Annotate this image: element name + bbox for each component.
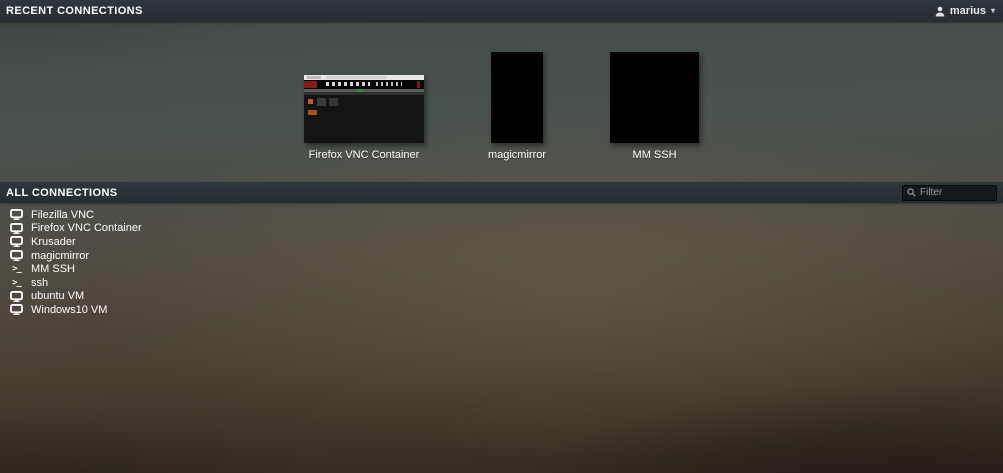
connection-item-ubuntu-vm[interactable]: ubuntu VM xyxy=(10,290,154,304)
recent-connection-mm-ssh[interactable]: MM SSH xyxy=(610,52,699,161)
thumb-red-logo xyxy=(304,81,317,88)
monitor-icon xyxy=(10,223,23,234)
monitor-icon xyxy=(10,291,23,302)
connection-item-magicmirror[interactable]: magicmirror xyxy=(10,249,154,263)
connection-item-label: Krusader xyxy=(31,236,76,248)
magicmirror-thumbnail[interactable] xyxy=(491,52,543,143)
thumb-red-accent xyxy=(417,81,420,88)
monitor-icon xyxy=(10,236,23,247)
recent-connections-header-bar: RECENT CONNECTIONS marius ▾ xyxy=(0,0,1003,22)
user-icon xyxy=(935,6,945,17)
thumb-page-header-band xyxy=(304,80,424,89)
mm-ssh-thumbnail[interactable] xyxy=(610,52,699,143)
all-connections-title: ALL CONNECTIONS xyxy=(6,187,118,199)
thumb-sub-strip xyxy=(304,92,424,95)
recent-connection-label: Firefox VNC Container xyxy=(309,149,420,161)
recent-connection-magicmirror[interactable]: magicmirror xyxy=(488,52,546,161)
thumb-browser-tab xyxy=(307,76,321,79)
thumb-gray-tile-1 xyxy=(317,98,326,106)
recent-connection-label: magicmirror xyxy=(488,149,546,161)
connection-item-windows10-vm[interactable]: Windows10 VM xyxy=(10,303,154,317)
monitor-icon xyxy=(10,304,23,315)
thumb-headline-text-2 xyxy=(376,82,402,86)
firefox-vnc-thumbnail[interactable] xyxy=(304,75,424,143)
connection-item-firefox-vnc-container[interactable]: Firefox VNC Container xyxy=(10,222,154,236)
monitor-icon xyxy=(10,209,23,220)
connection-item-label: Windows10 VM xyxy=(31,304,107,316)
recent-connections-title: RECENT CONNECTIONS xyxy=(6,5,143,17)
user-menu[interactable]: marius ▾ xyxy=(933,5,997,17)
connection-list: Filezilla VNC Firefox VNC Container xyxy=(10,208,154,317)
user-name: marius xyxy=(950,5,986,17)
chevron-down-icon: ▾ xyxy=(991,7,995,15)
connection-item-label: Firefox VNC Container xyxy=(31,222,142,234)
terminal-icon: >_ xyxy=(12,264,21,274)
thumb-browser-urlbar xyxy=(326,76,386,79)
connection-item-krusader[interactable]: Krusader xyxy=(10,235,154,249)
recent-connection-firefox-vnc-container[interactable]: Firefox VNC Container xyxy=(304,75,424,161)
connection-item-ssh[interactable]: >_ ssh xyxy=(10,276,154,290)
thumb-orange-icon xyxy=(308,99,313,104)
search-icon xyxy=(907,188,916,197)
connection-item-label: MM SSH xyxy=(31,263,75,275)
terminal-icon: >_ xyxy=(12,278,21,288)
connection-item-filezilla-vnc[interactable]: Filezilla VNC xyxy=(10,208,154,222)
recent-connection-label: MM SSH xyxy=(633,149,677,161)
connection-item-label: Filezilla VNC xyxy=(31,209,94,221)
thumb-headline-text xyxy=(326,82,370,86)
monitor-icon xyxy=(10,250,23,261)
filter-input[interactable] xyxy=(920,187,990,198)
connection-item-label: magicmirror xyxy=(31,250,89,262)
filter-box[interactable] xyxy=(902,185,997,201)
connection-item-label: ubuntu VM xyxy=(31,290,84,302)
connection-item-label: ssh xyxy=(31,277,48,289)
recent-connections-strip: Firefox VNC Container magicmirror MM SSH xyxy=(0,22,1003,182)
thumb-gray-tile-2 xyxy=(329,98,338,106)
all-connections-header-bar: ALL CONNECTIONS xyxy=(0,182,1003,203)
connection-item-mm-ssh[interactable]: >_ MM SSH xyxy=(10,262,154,276)
thumb-orange-tile xyxy=(308,110,317,115)
